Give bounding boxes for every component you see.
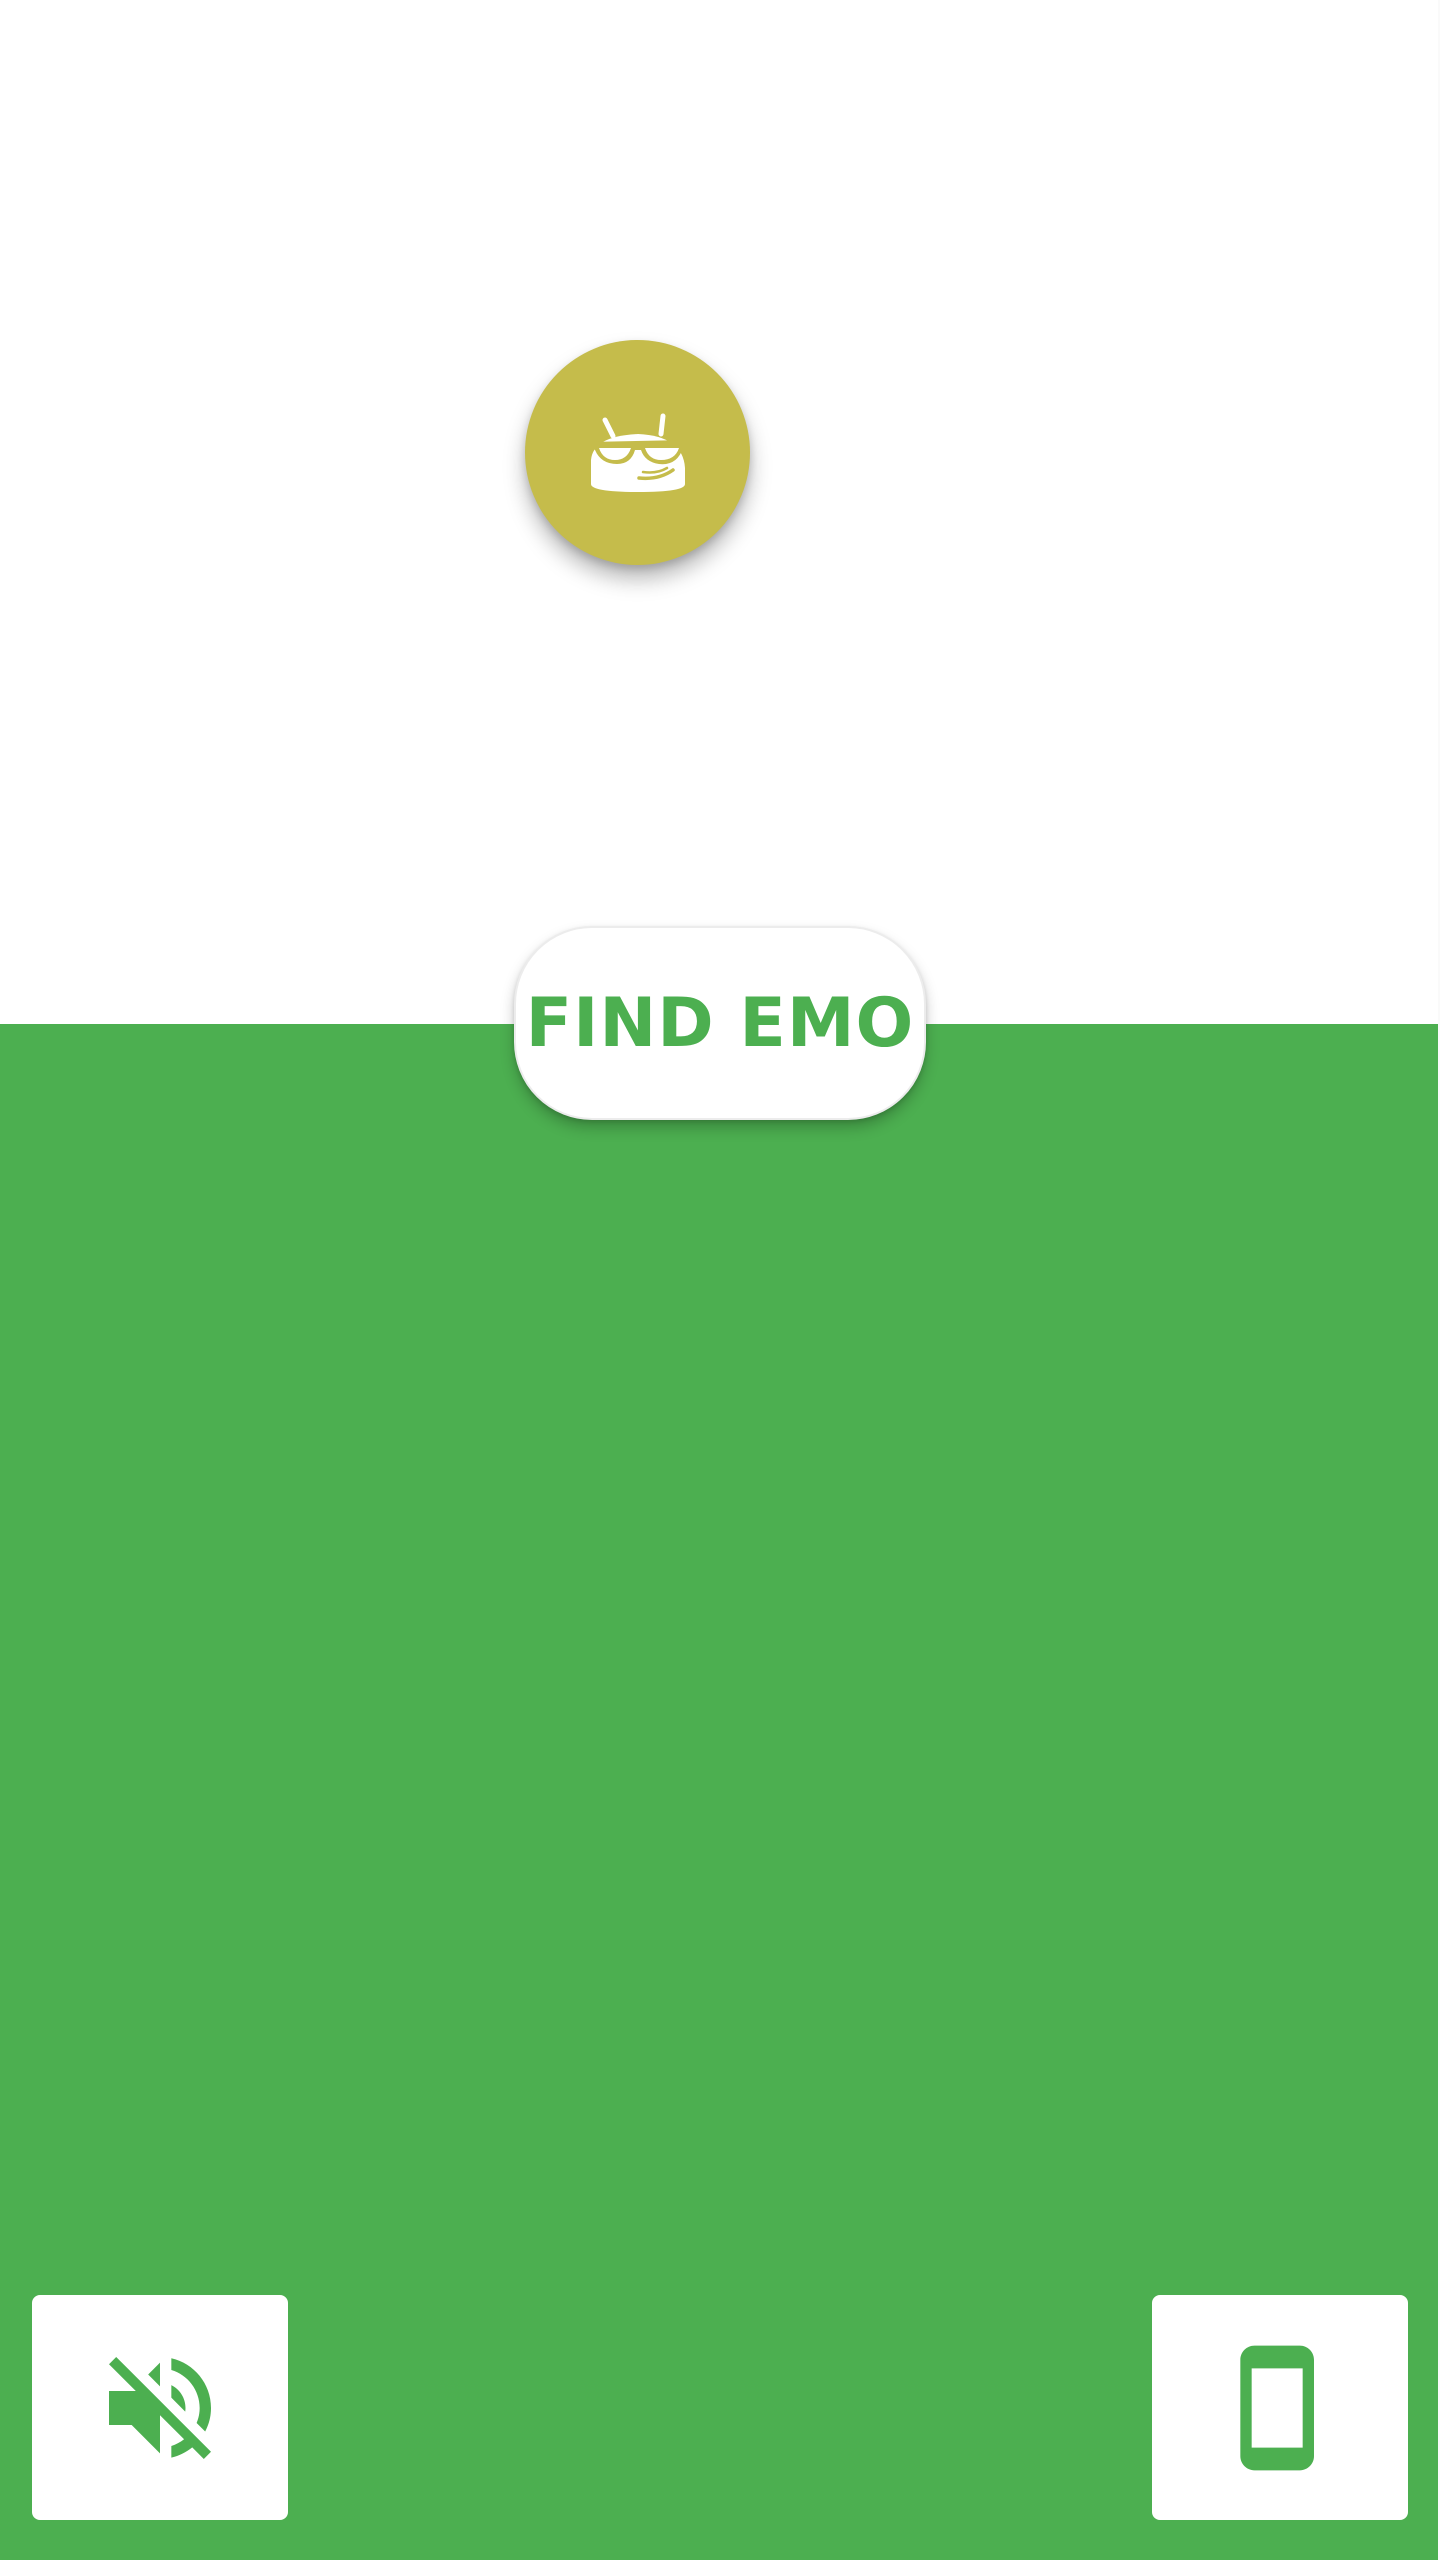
device-button[interactable] [1152, 2295, 1408, 2520]
sound-toggle-button[interactable] [32, 2295, 288, 2520]
emo-avatar[interactable] [525, 340, 750, 565]
volume-off-icon [109, 2356, 211, 2459]
find-emo-label: FIND EMO [525, 983, 915, 1063]
smartphone-icon [1240, 2345, 1314, 2470]
emo-robot-icon [588, 413, 687, 492]
app-screen: FIND EMO [0, 0, 1440, 2560]
find-emo-button[interactable]: FIND EMO [514, 926, 926, 1120]
